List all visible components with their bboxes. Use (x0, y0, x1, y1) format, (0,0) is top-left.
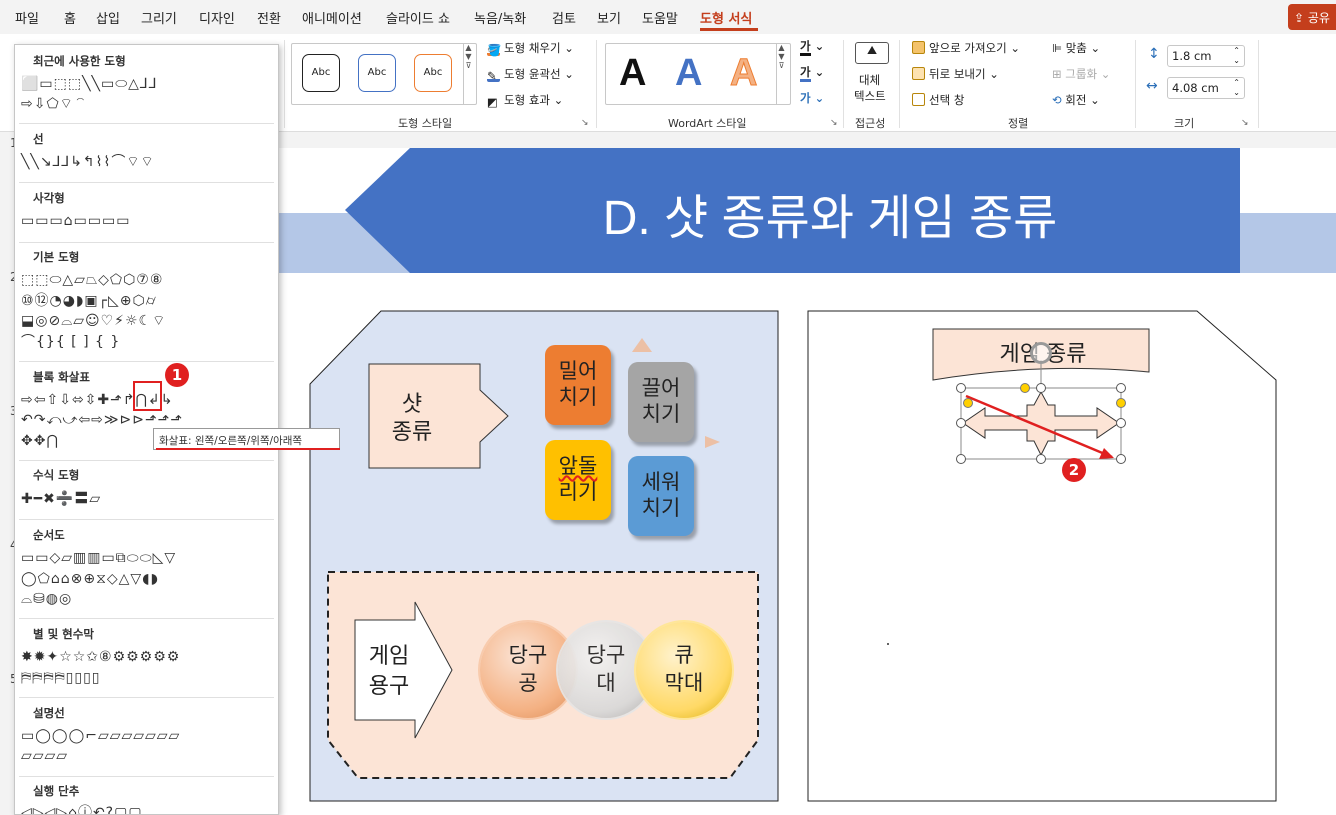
shapes-equation-row[interactable]: ✚━✖➗〓▱ (21, 489, 101, 510)
resize-handle[interactable] (956, 418, 966, 428)
ball-cue-stick[interactable]: 큐막대 (636, 622, 732, 718)
step-badge-1: 1 (165, 363, 189, 387)
resize-handle[interactable] (1116, 454, 1126, 464)
resize-handle[interactable] (1036, 454, 1046, 464)
adjust-handle[interactable] (1116, 398, 1126, 408)
cube-line: 리기 (558, 481, 598, 504)
shapes-flowchart-row[interactable]: ⌓⛁◍◎ (21, 589, 72, 610)
ball-line: 대 (596, 672, 616, 695)
resize-handle[interactable] (956, 454, 966, 464)
equipment-line2: 용구 (368, 673, 410, 698)
cube-draw[interactable]: 끌어치기 (628, 362, 694, 442)
shapes-callouts-row[interactable]: ▱▱▱▱ (21, 746, 68, 767)
shapes-action-buttons-row[interactable]: ◁▷◁▷⌂ⓘ↶?▢▢ (21, 803, 143, 814)
resize-handle[interactable] (1116, 383, 1126, 393)
section-divider (19, 123, 274, 124)
shapes-stars-row[interactable]: ⛿⛿⛿⛿▯▯▯▯ (21, 668, 100, 689)
section-divider (19, 460, 274, 461)
shapes-recent-row[interactable]: ⬜▭⬚⬚╲╲▭⬭△⅃⅃ (21, 74, 158, 95)
shot-line1: 샷 (401, 391, 423, 416)
section-title-basic: 기본 도형 (33, 250, 80, 264)
step-badge-2: 2 (1062, 458, 1086, 482)
shot-line2: 종류 (391, 419, 433, 444)
rotate-handle-icon[interactable] (1030, 342, 1052, 364)
shapes-stars-row[interactable]: ✸✹✦☆☆✩⑧⚙⚙⚙⚙⚙ (21, 647, 180, 668)
cube-line: 밀어 (558, 360, 598, 383)
shapes-callouts-row[interactable]: ▭◯◯◯⌐▱▱▱▱▱▱▱ (21, 726, 180, 747)
section-title-recent: 최근에 사용한 도형 (33, 54, 126, 68)
section-title-stars: 별 및 현수막 (33, 627, 94, 641)
resize-handle[interactable] (956, 383, 966, 393)
shapes-basic-row[interactable]: ⑩⑫◔◕◗▣┌◺⊕⬡⌭ (21, 291, 157, 312)
section-title-callouts: 설명선 (33, 706, 65, 720)
cube-line: 치기 (641, 497, 681, 520)
section-divider (19, 519, 274, 520)
stray-dot (887, 643, 889, 645)
equipment-arrow-label: 게임 용구 (358, 641, 420, 701)
section-divider (19, 242, 274, 243)
adjust-handle[interactable] (1020, 383, 1030, 393)
section-divider (19, 697, 274, 698)
shapes-rectangles-row[interactable]: ▭▭▭⌂▭▭▭▭ (21, 211, 130, 232)
cube-line: 끌어 (641, 377, 681, 400)
shapes-block-arrows-row[interactable]: ✥✥⋂ (21, 431, 59, 452)
resize-handle[interactable] (1036, 383, 1046, 393)
tooltip-underline (156, 448, 340, 450)
section-divider (19, 361, 274, 362)
adjust-handle[interactable] (963, 398, 973, 408)
shapes-basic-row[interactable]: ⬓◎⊘⌓▱☺♡⚡☼☾⌔ (21, 311, 166, 332)
shapes-basic-row[interactable]: ⬚⬚⬭△▱⏢◇⬠⬡⑦⑧ (21, 270, 163, 291)
cube-follow[interactable]: 앞돌리기 (545, 440, 611, 520)
section-title-lines: 선 (33, 132, 44, 146)
cube-line: 세워 (641, 471, 681, 494)
section-title-block-arrows: 블록 화살표 (33, 370, 90, 384)
shapes-flowchart-row[interactable]: ▭▭◇▱▥▥▭⧉⬭⬭◺▽ (21, 548, 176, 569)
cube-stop[interactable]: 세워치기 (628, 456, 694, 536)
ball-line: 당구 (586, 644, 626, 667)
resize-handle[interactable] (1116, 418, 1126, 428)
shot-arrow-label: 샷 종류 (380, 390, 444, 446)
shape-tooltip: 화살표: 왼쪽/오른쪽/위쪽/아래쪽 (153, 428, 340, 450)
cube-line: 앞돌 (558, 455, 598, 478)
ball-line: 큐 (674, 644, 694, 667)
shapes-basic-row[interactable]: ⌒{}{ [ ] { } (21, 332, 120, 353)
shapes-lines-row[interactable]: ╲╲↘⅃⅃↳↰⌇⌇⌒⌔⌔ (21, 152, 155, 173)
cube-line: 치기 (641, 403, 681, 426)
ball-line: 당구 (508, 644, 548, 667)
cube-push[interactable]: 밀어치기 (545, 345, 611, 425)
section-title-flowchart: 순서도 (33, 528, 65, 542)
section-divider (19, 776, 274, 777)
section-title-rectangles: 사각형 (33, 191, 65, 205)
shapes-flowchart-row[interactable]: ◯⬠⌂⌂⊗⊕⧖◇△▽◖◗ (21, 569, 159, 590)
section-divider (19, 182, 274, 183)
shapes-recent-row[interactable]: ⇨⇩⬠⌔⌒ (21, 94, 88, 115)
selected-shape-highlight[interactable] (133, 381, 162, 411)
section-title-equation: 수식 도형 (33, 468, 80, 482)
cube-line: 치기 (558, 386, 598, 409)
section-title-action-buttons: 실행 단추 (33, 784, 80, 798)
section-divider (19, 618, 274, 619)
ball-line: 막대 (664, 672, 704, 695)
equipment-line1: 게임 (368, 643, 410, 668)
slide-title[interactable]: D. 샷 종류와 게임 종류 (440, 178, 1220, 248)
ball-line: 공 (518, 672, 538, 695)
